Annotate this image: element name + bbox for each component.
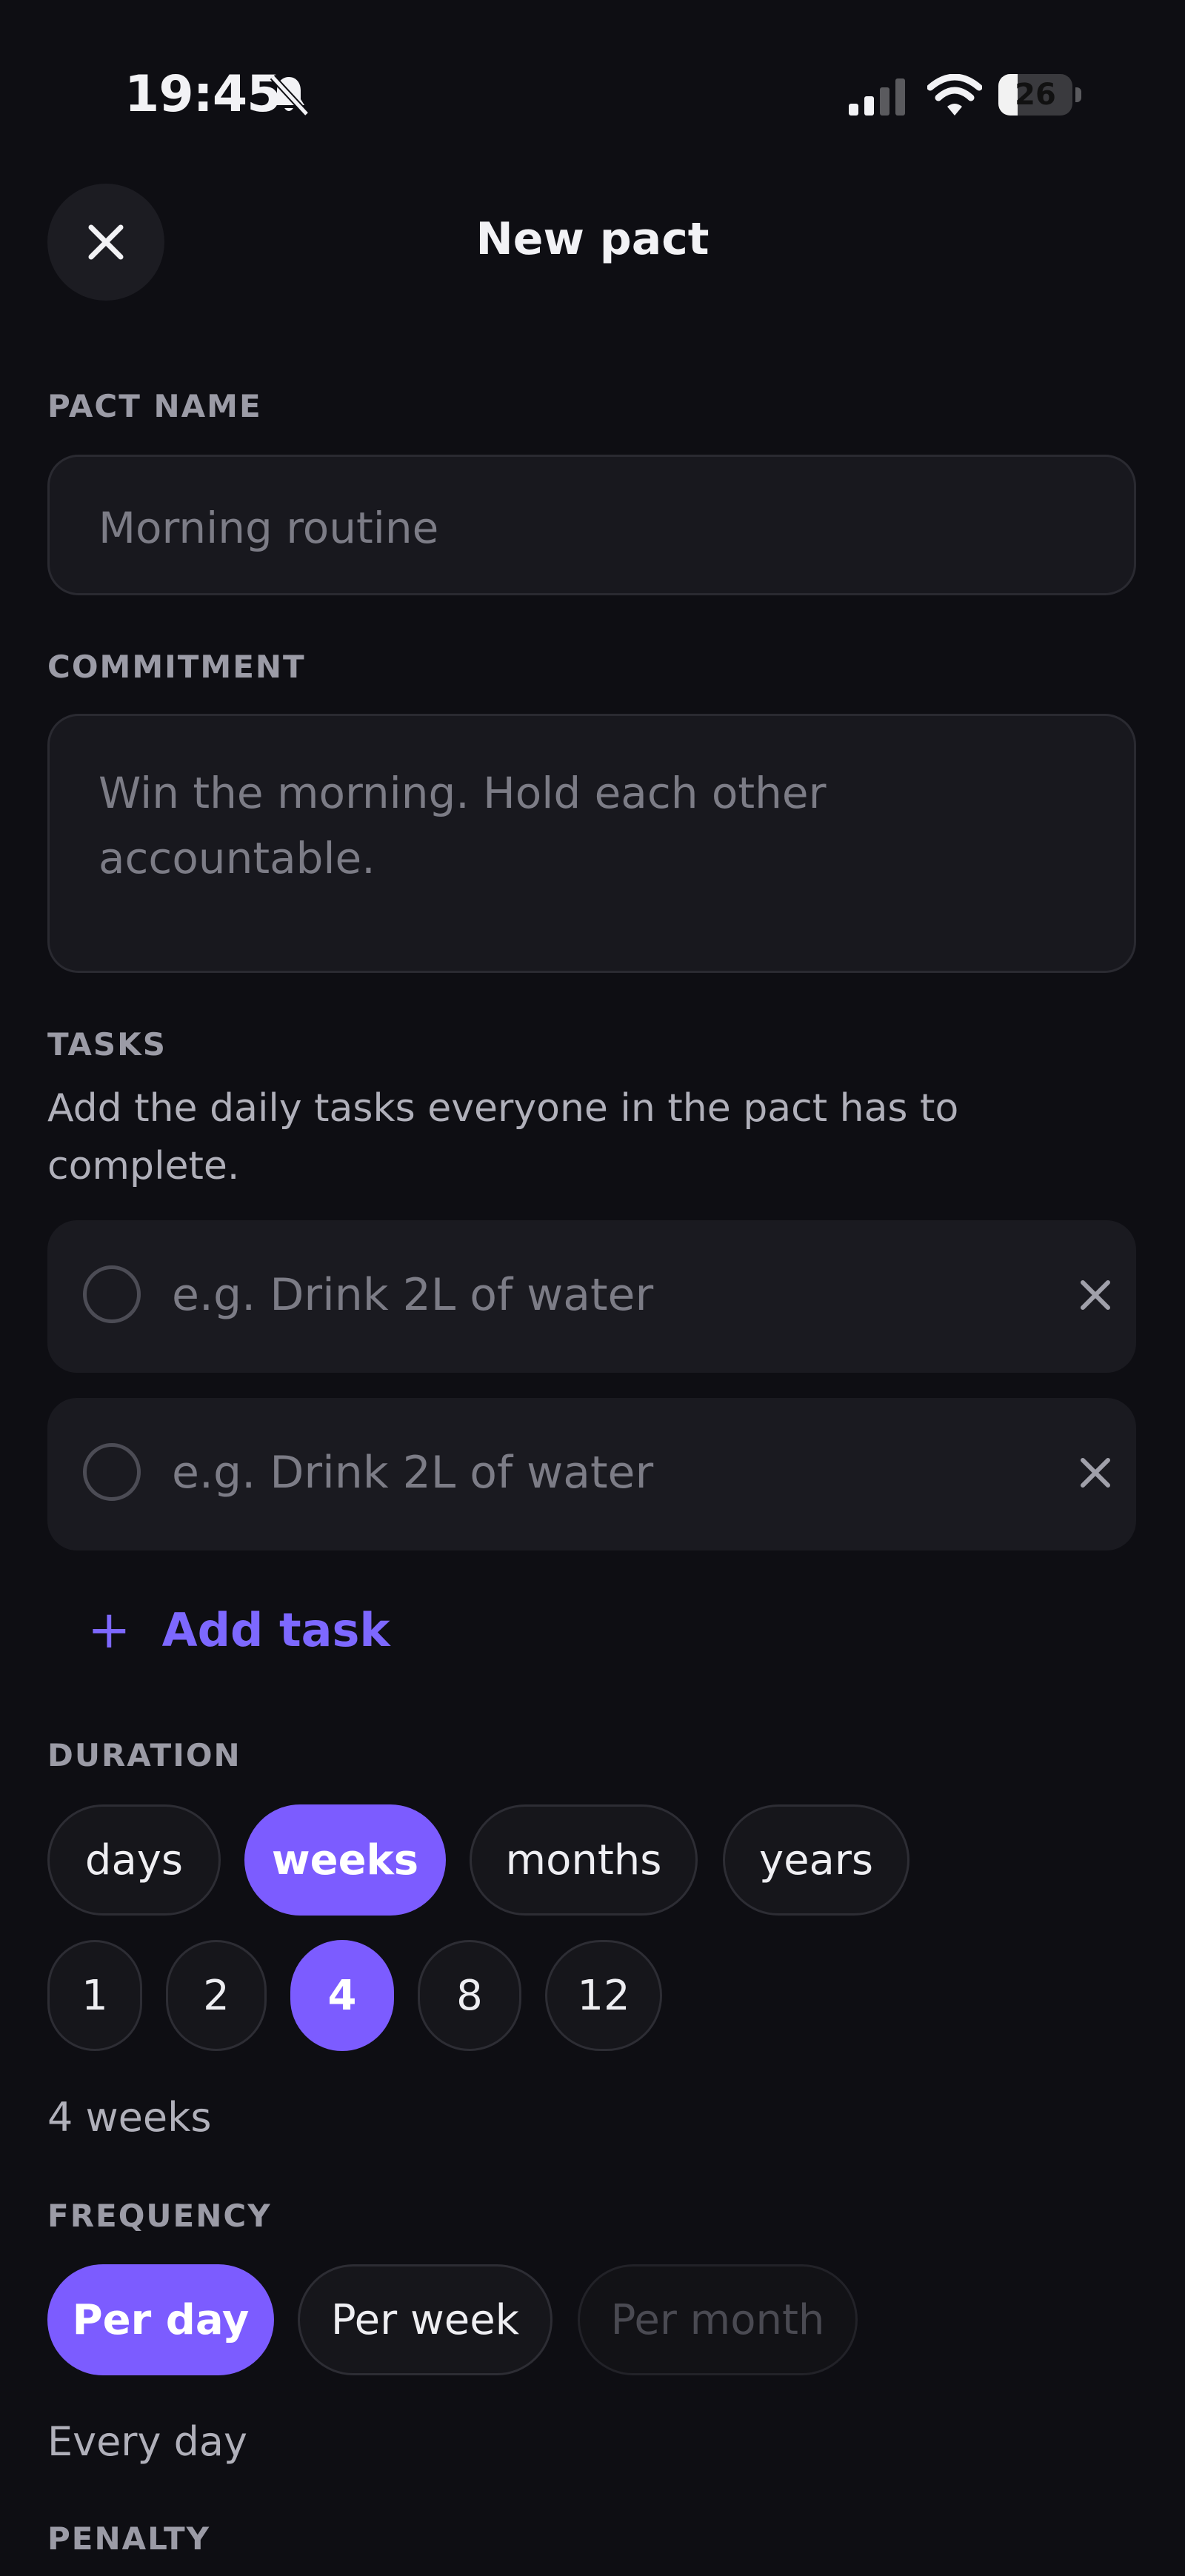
wifi-icon: [927, 74, 982, 116]
tasks-label: TASKS: [47, 1026, 167, 1063]
duration-count-4[interactable]: 4: [290, 1940, 394, 2051]
duration-unit-weeks[interactable]: weeks: [244, 1804, 446, 1916]
commitment-textarea[interactable]: Win the morning. Hold each other account…: [47, 714, 1136, 973]
frequency-summary: Every day: [47, 2418, 247, 2465]
status-time: 19:45: [124, 65, 281, 124]
task-input-row[interactable]: e.g. Drink 2L of water: [47, 1220, 1136, 1373]
pact-name-placeholder: Morning routine: [99, 503, 439, 553]
add-task-label: Add task: [161, 1602, 390, 1657]
pact-name-label: PACT NAME: [47, 388, 262, 424]
commitment-placeholder: Win the morning. Hold each other account…: [99, 768, 827, 883]
commitment-label: COMMITMENT: [47, 649, 306, 685]
duration-label: DURATION: [47, 1737, 241, 1773]
duration-count-12[interactable]: 12: [545, 1940, 662, 2051]
task-input-row[interactable]: e.g. Drink 2L of water: [47, 1398, 1136, 1550]
duration-unit-days[interactable]: days: [47, 1804, 221, 1916]
add-task-button[interactable]: + Add task: [87, 1599, 390, 1660]
frequency-label: FREQUENCY: [47, 2198, 272, 2234]
duration-count-1[interactable]: 1: [47, 1940, 142, 2051]
pact-name-input[interactable]: Morning routine: [47, 455, 1136, 595]
duration-summary: 4 weeks: [47, 2094, 212, 2141]
duration-count-8[interactable]: 8: [418, 1940, 521, 2051]
cellular-signal-icon: [849, 78, 905, 116]
task-placeholder: e.g. Drink 2L of water: [172, 1269, 654, 1321]
penalty-label: PENALTY: [47, 2520, 211, 2557]
battery-percent: 26: [1015, 78, 1056, 112]
task-placeholder: e.g. Drink 2L of water: [172, 1447, 654, 1499]
frequency-per-week[interactable]: Per week: [298, 2264, 553, 2375]
plus-icon: +: [87, 1599, 131, 1660]
tasks-helper-text: Add the daily tasks everyone in the pact…: [47, 1086, 959, 1188]
battery-indicator: 26: [998, 74, 1081, 116]
page-title: New pact: [475, 213, 710, 265]
duration-unit-years[interactable]: years: [723, 1804, 909, 1916]
duration-unit-months[interactable]: months: [470, 1804, 698, 1916]
duration-count-2[interactable]: 2: [166, 1940, 267, 2051]
remove-task-icon[interactable]: [1077, 1277, 1114, 1314]
silent-bell-icon: [270, 74, 310, 117]
frequency-per-month: Per month: [578, 2264, 858, 2375]
task-checkbox-icon: [83, 1443, 141, 1501]
frequency-per-day[interactable]: Per day: [47, 2264, 274, 2375]
remove-task-icon[interactable]: [1077, 1454, 1114, 1491]
task-checkbox-icon: [83, 1265, 141, 1323]
